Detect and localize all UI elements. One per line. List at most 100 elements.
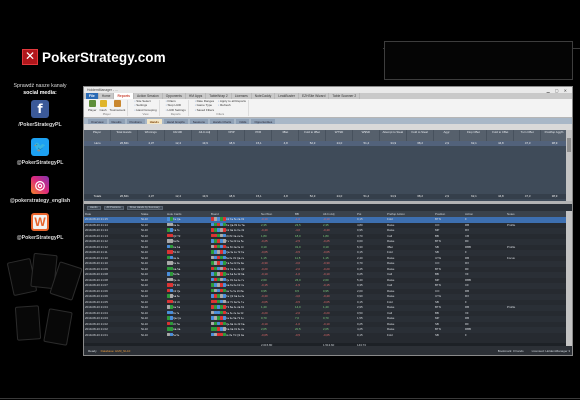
stats-total-cell: 44,8 [497, 194, 504, 198]
tab-table-scanner-2[interactable]: Table Scanner 2 [329, 93, 361, 99]
subtab-results[interactable]: Results [108, 119, 125, 124]
tab-notecaddy[interactable]: NoteCaddy [252, 93, 276, 99]
subtab-positions[interactable]: Positions [126, 119, 145, 124]
hands-body: 2019-08-23 21:15 NL10 K♦ Q♣ A♥ K♠ 5♦ 2♣ 9… [84, 217, 568, 338]
stats-column-header[interactable]: Postflop Agg% [541, 130, 569, 141]
social-facebook[interactable]: f /PokerStrategyPL [0, 100, 80, 128]
table-row[interactable]: 2019-08-23 21:01 NL10 5♠ 5♦ J♦ 8♠ 7♥ Q♥ 3… [84, 332, 568, 339]
stats-total-cell: 34,9 [390, 194, 397, 198]
hole-cards-text: 5♠ 5♦ [173, 333, 180, 337]
subtab-hands-charts[interactable]: Hands Charts [209, 119, 235, 124]
saved-filters-button[interactable]: Saved Filters [195, 108, 215, 113]
hands-cell: 2019-08-23 21:01 [85, 332, 108, 337]
stats-cell: 4,37 [148, 141, 155, 145]
social-handle: /PokerStrategyPL [18, 122, 62, 128]
stats-total-cell: 12,4 [175, 194, 181, 198]
stats-total-cell: 2,9 [445, 194, 450, 198]
social-intro-line2: social media: [23, 89, 57, 96]
brand-name: PokerStrategy.com [42, 49, 166, 65]
stats-column-header[interactable]: Fold to 3Bet [299, 130, 327, 141]
stats-column-header[interactable]: PFR [245, 130, 273, 141]
tab-home[interactable]: Home [99, 93, 115, 99]
ribbon-group-player: Player Cash Tournament Player [86, 100, 129, 116]
stats-column-header[interactable]: Fold to CBet [487, 130, 515, 141]
social-twitter[interactable]: 🐦 @PokerStrategyPL [0, 138, 80, 166]
stats-total-cell: 24,0 [336, 194, 343, 198]
stats-column-header[interactable]: Fold to Steal [407, 130, 434, 141]
stats-total-cell: 4,8 [283, 194, 288, 198]
status-license: Licensed: HoldemManager 3 [531, 348, 570, 353]
facebook-icon: f [31, 100, 49, 118]
hands-cell: -0,5 [295, 332, 300, 337]
stats-cell: 24,0 [336, 141, 343, 145]
stats-column-header[interactable]: Flop CBet [460, 130, 488, 141]
stats-cell: Hero [94, 141, 101, 145]
wykop-icon: W [31, 213, 49, 231]
stats-column-header[interactable]: W$SD [353, 130, 380, 141]
stats-total-cell: 47,3 [524, 194, 531, 198]
tab-reports[interactable]: Reports [114, 93, 134, 99]
stats-column-header[interactable]: Total Hands [111, 130, 138, 141]
stats-column-header[interactable]: WTSD [326, 130, 353, 141]
stats-column-header[interactable]: Player [84, 130, 111, 141]
ribbon-group-reports: Filters Stop HUD HUD Settings Reports [164, 99, 189, 116]
stats-cell: 15,1 [255, 141, 262, 145]
stats-cell: 38,9 [551, 141, 558, 145]
brand-logo [22, 49, 38, 65]
player-stats-grid: Player Total Hands Winnings bb/100 All-In Ad… [84, 130, 569, 201]
social-handle: @PokerStrategyPL [16, 160, 64, 166]
hands-cell [506, 333, 568, 339]
stats-column-header[interactable]: Winnings [138, 130, 165, 141]
stats-cell: 4,8 [283, 141, 288, 145]
social-wykop[interactable]: W @PokerStrategyPL [0, 213, 80, 241]
subtab-opportunities[interactable]: Opportunities [251, 119, 276, 124]
position-select[interactable]: All Positions [103, 205, 124, 210]
stats-total-cell: Totals [93, 194, 102, 198]
stats-column-header[interactable]: Attempt to Steal [380, 130, 407, 141]
refresh-button[interactable]: Refresh [218, 103, 246, 108]
social-handle: @PokerStrategyPL [16, 235, 64, 241]
background-cards-image [2, 250, 87, 360]
stats-row[interactable]: Hero 26,841 4,37 12,4 13,9 18,6 15,1 4,8 52,3 24,… [84, 141, 568, 146]
stats-cell: 62,1 [471, 141, 477, 145]
stats-column-header[interactable]: bb/100 [165, 130, 192, 141]
stats-column-header[interactable]: 3Bet [272, 130, 300, 141]
board-cell: J♦ 8♠ 7♥ Q♥ 3♣ [210, 332, 260, 339]
tab-ezhsite-wizard[interactable]: EZHSite Wizard [299, 93, 330, 99]
ribbon: Player Cash Tournament Player Site Selec… [84, 99, 572, 118]
cash-button[interactable]: Cash [99, 100, 107, 112]
social-instagram[interactable]: ◎ @pokerstrategy_english [0, 176, 80, 204]
status-bookmark: Bookmark: 0 hands [497, 348, 524, 353]
stats-cell: 12,4 [175, 141, 181, 145]
tab-leakbuster[interactable]: LeakBuster [275, 93, 299, 99]
window-controls[interactable]: ▁ ▢ ✕ [547, 88, 569, 93]
hands-view-select[interactable]: Hands [87, 205, 101, 210]
subtab-hand-graphs[interactable]: Hand Graphs [163, 119, 188, 124]
stats-column-header[interactable]: Turn CBet [514, 130, 542, 141]
stats-column-header[interactable]: Aggr [434, 130, 461, 141]
tournament-button[interactable]: Tournament [110, 100, 125, 112]
webcam-frame [384, 41, 573, 80]
stats-header: Player Total Hands Winnings bb/100 All-In Ad… [84, 130, 569, 141]
subtab-sessions[interactable]: Sessions [189, 119, 208, 124]
player-button[interactable]: Player [88, 100, 97, 112]
tournament-icon [113, 100, 121, 107]
subtab-odds[interactable]: Odds [236, 119, 250, 124]
hands-cell: 0,15 [357, 332, 363, 337]
hands-cell: F [465, 332, 467, 337]
summary-select[interactable]: Show Hands by Summary [126, 205, 163, 210]
subtab-hands[interactable]: Hands [146, 119, 162, 124]
hands-table: Date Stake Hole Cards Board Net Won BB All-In … [84, 211, 568, 348]
social-intro: Sprawdź nasze kanały social media: [0, 83, 80, 96]
stats-column-header[interactable]: VPIP [218, 130, 246, 141]
hands-cell: -0,05 [261, 332, 268, 337]
tab-file[interactable]: File [86, 93, 99, 99]
holdem-manager-window: HoldemManager - ... ▁ ▢ ✕ File Home Report… [83, 86, 573, 356]
board-cards-text: J♦ 8♠ 7♥ Q♥ 3♣ [226, 333, 245, 337]
subtab-overview[interactable]: Overview [88, 119, 107, 124]
stats-column-header[interactable]: All-In Adj [192, 130, 219, 141]
stats-cell: 51,4 [363, 141, 370, 145]
stats-total-cell: 26,841 [119, 194, 129, 198]
stats-scrollbar[interactable] [566, 130, 572, 201]
hands-scrollbar[interactable] [566, 211, 572, 348]
